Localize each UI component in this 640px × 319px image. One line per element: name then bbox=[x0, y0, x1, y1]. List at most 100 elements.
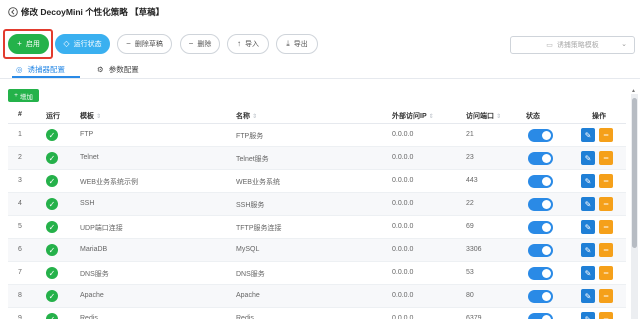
template-select[interactable]: ▭ 诱捕策略模板 ⌄ bbox=[510, 36, 635, 54]
edit-icon[interactable]: ✎ bbox=[581, 289, 595, 303]
col-ip[interactable]: 外部访问IP ⇕ bbox=[392, 111, 434, 121]
row-port: 22 bbox=[466, 200, 474, 207]
table-row[interactable]: 9 ✓ Redis Redis 0.0.0.0 6379 ✎ − bbox=[8, 308, 626, 319]
table-row[interactable]: 5 ✓ UDP端口连接 TFTP服务连接 0.0.0.0 69 ✎ − bbox=[8, 216, 626, 239]
running-check-icon: ✓ bbox=[46, 198, 58, 210]
status-toggle[interactable] bbox=[528, 129, 553, 142]
col-name[interactable]: 名称 ⇕ bbox=[236, 111, 257, 121]
running-check-icon: ✓ bbox=[46, 244, 58, 256]
edit-icon[interactable]: ✎ bbox=[581, 151, 595, 165]
status-toggle[interactable] bbox=[528, 267, 553, 280]
table-row[interactable]: 1 ✓ FTP FTP服务 0.0.0.0 21 ✎ − bbox=[8, 124, 626, 147]
row-name: MySQL bbox=[236, 246, 260, 253]
plus-icon: + bbox=[14, 92, 18, 99]
running-check-icon: ✓ bbox=[46, 267, 58, 279]
col-running: 运行 bbox=[46, 113, 60, 120]
arrow-up-icon: ↑ bbox=[237, 39, 241, 48]
remove-icon[interactable]: − bbox=[599, 266, 613, 280]
row-template: DNS服务 bbox=[80, 271, 109, 278]
col-template[interactable]: 模板 ⇕ bbox=[80, 111, 101, 121]
table-row[interactable]: 8 ✓ Apache Apache 0.0.0.0 80 ✎ − bbox=[8, 285, 626, 308]
status-toggle[interactable] bbox=[528, 198, 553, 211]
add-button[interactable]: + 增加 bbox=[8, 89, 39, 102]
remove-icon[interactable]: − bbox=[599, 174, 613, 188]
row-template: MariaDB bbox=[80, 246, 108, 253]
status-toggle[interactable] bbox=[528, 313, 553, 319]
back-icon[interactable] bbox=[8, 7, 18, 17]
row-name: DNS服务 bbox=[236, 271, 265, 278]
run-status-button[interactable]: ◇ 运行状态 bbox=[55, 34, 110, 54]
row-ip: 0.0.0.0 bbox=[392, 131, 414, 138]
col-actions: 操作 bbox=[592, 113, 606, 120]
running-check-icon: ✓ bbox=[46, 313, 58, 319]
tab-bar: ◎ 诱捕器配置 ⚙ 参数配置 bbox=[0, 62, 640, 78]
scrollbar-thumb[interactable] bbox=[632, 98, 637, 248]
edit-icon[interactable]: ✎ bbox=[581, 266, 595, 280]
target-icon: ◎ bbox=[16, 65, 23, 74]
edit-icon[interactable]: ✎ bbox=[581, 197, 595, 211]
edit-icon[interactable]: ✎ bbox=[581, 312, 595, 319]
delete-draft-button[interactable]: − 删除草稿 bbox=[117, 34, 172, 54]
running-check-icon: ✓ bbox=[46, 152, 58, 164]
row-ip: 0.0.0.0 bbox=[392, 223, 414, 230]
download-icon: ⤓ bbox=[286, 39, 290, 48]
row-name: Redis bbox=[236, 315, 254, 319]
import-button[interactable]: ↑ 导入 bbox=[227, 34, 269, 54]
table-row[interactable]: 6 ✓ MariaDB MySQL 0.0.0.0 3306 ✎ − bbox=[8, 239, 626, 262]
sort-icon: ⇕ bbox=[96, 114, 102, 120]
row-index: 8 bbox=[18, 292, 22, 299]
row-ip: 0.0.0.0 bbox=[392, 269, 414, 276]
apply-button-highlight bbox=[3, 29, 53, 59]
divider bbox=[0, 78, 640, 79]
remove-icon[interactable]: − bbox=[599, 128, 613, 142]
row-name: TFTP服务连接 bbox=[236, 225, 282, 232]
remove-icon[interactable]: − bbox=[599, 243, 613, 257]
table-row[interactable]: 4 ✓ SSH SSH服务 0.0.0.0 22 ✎ − bbox=[8, 193, 626, 216]
status-toggle[interactable] bbox=[528, 221, 553, 234]
row-name: Apache bbox=[236, 292, 260, 299]
row-ip: 0.0.0.0 bbox=[392, 154, 414, 161]
table-row[interactable]: 2 ✓ Telnet Telnet服务 0.0.0.0 23 ✎ − bbox=[8, 147, 626, 170]
remove-icon[interactable]: − bbox=[599, 151, 613, 165]
edit-icon[interactable]: ✎ bbox=[581, 243, 595, 257]
edit-icon[interactable]: ✎ bbox=[581, 220, 595, 234]
row-port: 80 bbox=[466, 292, 474, 299]
row-port: 3306 bbox=[466, 246, 482, 253]
remove-icon[interactable]: − bbox=[599, 312, 613, 319]
remove-icon[interactable]: − bbox=[599, 289, 613, 303]
row-port: 21 bbox=[466, 131, 474, 138]
edit-icon[interactable]: ✎ bbox=[581, 174, 595, 188]
tab-trap-config[interactable]: ◎ 诱捕器配置 bbox=[16, 62, 65, 77]
table-row[interactable]: 7 ✓ DNS服务 DNS服务 0.0.0.0 53 ✎ − bbox=[8, 262, 626, 285]
remove-icon[interactable]: − bbox=[599, 220, 613, 234]
status-toggle[interactable] bbox=[528, 290, 553, 303]
calendar-icon: ▭ bbox=[546, 42, 553, 49]
col-port[interactable]: 访问端口 ⇕ bbox=[466, 111, 501, 121]
row-port: 6379 bbox=[466, 315, 482, 319]
tab-param-config[interactable]: ⚙ 参数配置 bbox=[97, 62, 139, 77]
col-status: 状态 bbox=[526, 113, 540, 120]
table-row[interactable]: 3 ✓ WEB业务系统示例 WEB业务系统 0.0.0.0 443 ✎ − bbox=[8, 170, 626, 193]
row-name: WEB业务系统 bbox=[236, 179, 280, 186]
remove-icon[interactable]: − bbox=[599, 197, 613, 211]
row-index: 5 bbox=[18, 223, 22, 230]
col-index: # bbox=[18, 111, 22, 118]
sort-icon: ⇕ bbox=[496, 114, 502, 120]
row-template: Telnet bbox=[80, 154, 99, 161]
row-port: 53 bbox=[466, 269, 474, 276]
row-template: FTP bbox=[80, 131, 94, 138]
status-toggle[interactable] bbox=[528, 152, 553, 165]
edit-icon[interactable]: ✎ bbox=[581, 128, 595, 142]
status-toggle[interactable] bbox=[528, 244, 553, 257]
row-template: Redis bbox=[80, 315, 98, 319]
minus-icon: − bbox=[126, 39, 131, 48]
row-index: 1 bbox=[18, 131, 22, 138]
row-ip: 0.0.0.0 bbox=[392, 246, 414, 253]
delete-button[interactable]: − 删除 bbox=[180, 34, 220, 54]
page-header: 修改 DecoyMini 个性化策略 【草稿】 bbox=[8, 5, 164, 19]
row-index: 3 bbox=[18, 177, 22, 184]
export-button[interactable]: ⤓ 导出 bbox=[276, 34, 318, 54]
status-icon: ◇ bbox=[63, 39, 70, 48]
status-toggle[interactable] bbox=[528, 175, 553, 188]
row-ip: 0.0.0.0 bbox=[392, 292, 414, 299]
